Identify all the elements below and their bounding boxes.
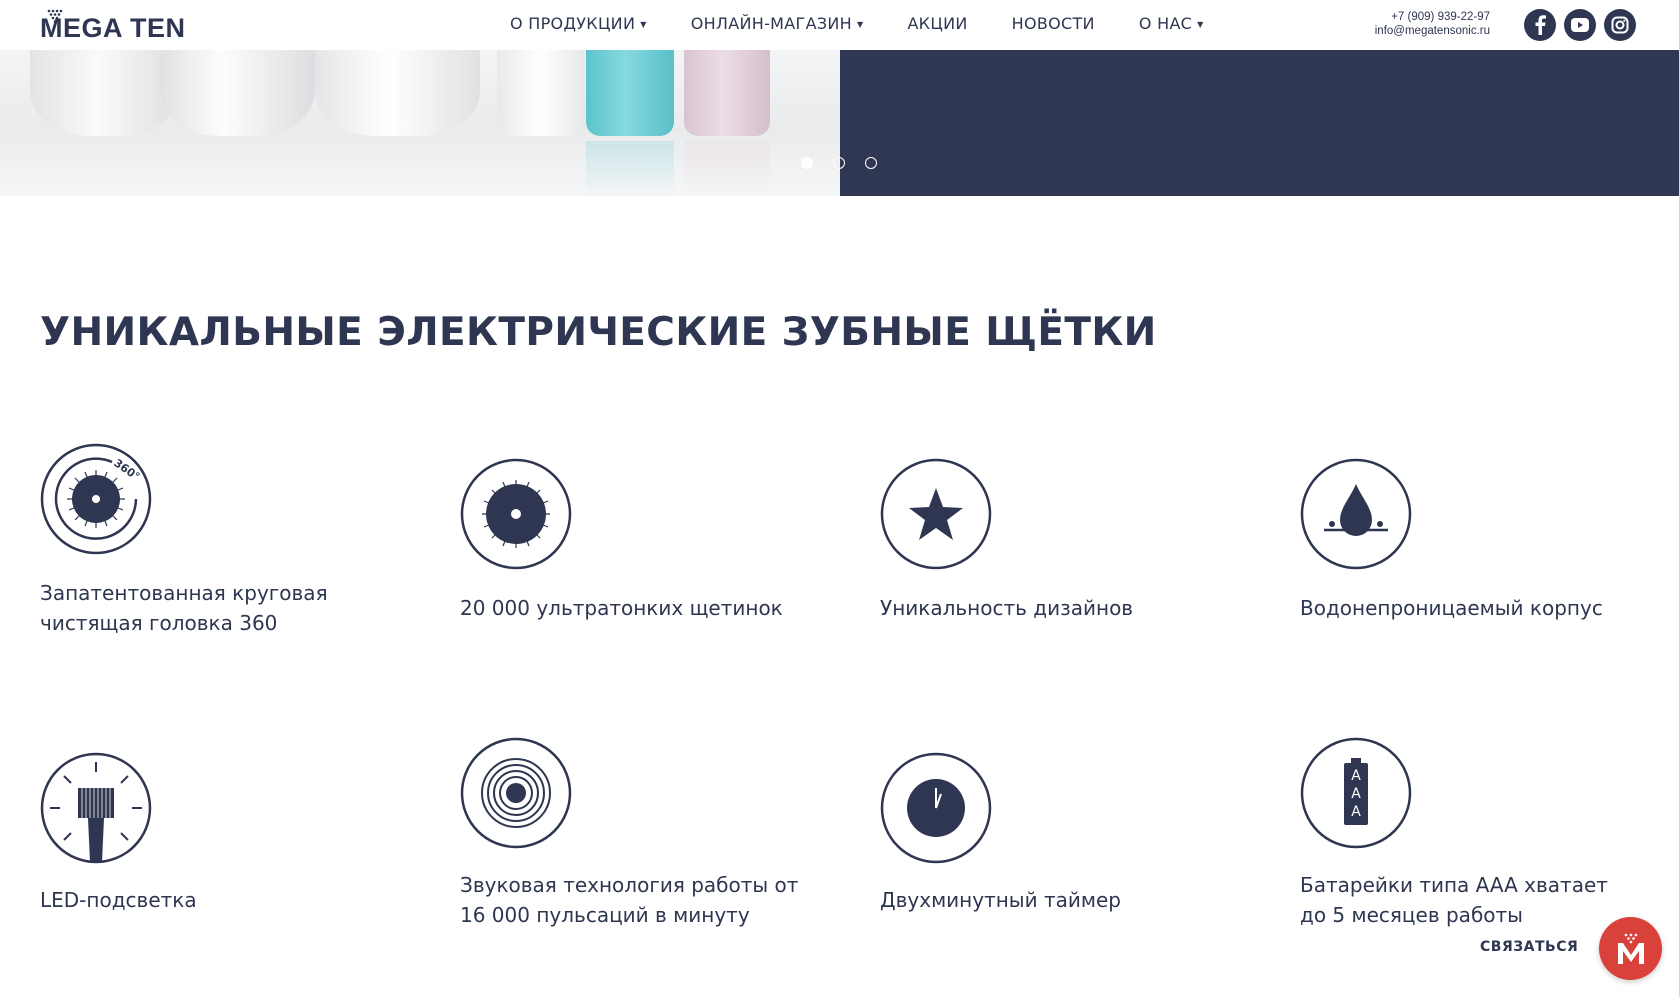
star-icon bbox=[880, 458, 992, 570]
product-cup bbox=[684, 50, 770, 136]
product-cup bbox=[315, 50, 480, 136]
product-cup bbox=[586, 50, 674, 136]
feature-text: Водонепроницаемый корпус bbox=[1300, 596, 1603, 620]
caret-down-icon: ▼ bbox=[640, 20, 647, 29]
cup-reflection bbox=[586, 141, 674, 196]
nav-item-shop[interactable]: ОНЛАЙН-МАГАЗИН ▼ bbox=[691, 14, 864, 33]
facebook-icon[interactable] bbox=[1524, 9, 1556, 41]
feature-text: 20 000 ультратонких щетинок bbox=[460, 596, 783, 620]
feature-text: Уникальность дизайнов bbox=[880, 596, 1134, 620]
phone-link[interactable]: +7 (909) 939-22-97 bbox=[1330, 10, 1490, 24]
slider-dot-2[interactable] bbox=[833, 157, 845, 169]
nav-item-label: О НАС bbox=[1138, 14, 1193, 33]
nav-item-news[interactable]: НОВОСТИ bbox=[1012, 14, 1095, 33]
youtube-icon[interactable] bbox=[1564, 9, 1596, 41]
hero-slider bbox=[0, 50, 1680, 196]
svg-text:A: A bbox=[1351, 786, 1361, 802]
email-link[interactable]: info@megatensonic.ru bbox=[1330, 24, 1490, 38]
nav-item-label: АКЦИИ bbox=[907, 14, 968, 33]
caret-down-icon: ▼ bbox=[1197, 20, 1204, 29]
main-nav: О ПРОДУКЦИИ ▼ ОНЛАЙН-МАГАЗИН ▼ АКЦИИ НОВОС… bbox=[510, 14, 1248, 33]
feature-text: Звуковая технология работы от 16 000 пул… bbox=[460, 873, 799, 927]
page-title: УНИКАЛЬНЫЕ ЭЛЕКТРИЧЕСКИЕ ЗУБНЫЕ ЩЁТКИ bbox=[40, 310, 1157, 355]
svg-text:A: A bbox=[1351, 768, 1361, 784]
product-cup bbox=[30, 50, 180, 136]
nav-item-about[interactable]: О НАС ▼ bbox=[1139, 14, 1204, 33]
hero-dark-panel bbox=[840, 50, 1680, 196]
nav-item-label: О ПРОДУКЦИИ bbox=[510, 14, 636, 33]
sound-waves-icon bbox=[460, 737, 572, 849]
svg-text:MEGA TEN: MEGA TEN bbox=[40, 13, 186, 39]
social-links bbox=[1524, 9, 1644, 41]
caret-down-icon: ▼ bbox=[856, 20, 864, 29]
brush-head-360-icon: 360° bbox=[40, 443, 152, 555]
megaten-m-icon bbox=[1617, 933, 1644, 964]
battery-icon: A A A bbox=[1300, 737, 1412, 849]
bristles-icon bbox=[460, 458, 572, 570]
slider-dot-1[interactable] bbox=[801, 157, 813, 169]
cup-reflection bbox=[684, 141, 770, 196]
site-header: MEGA TEN О ПРОДУКЦИИ ▼ ОНЛАЙН-МАГАЗИН ▼ АК… bbox=[0, 0, 1680, 50]
feature-text: Двухминутный таймер bbox=[880, 888, 1121, 912]
instagram-icon[interactable] bbox=[1604, 9, 1636, 41]
feature-text: Батарейки типа AAA хватает до 5 месяцев … bbox=[1300, 873, 1608, 927]
contact-us-label[interactable]: СВЯЗАТЬСЯ bbox=[1480, 939, 1578, 955]
nav-item-products[interactable]: О ПРОДУКЦИИ ▼ bbox=[510, 14, 647, 33]
logo-mark: MEGA TEN bbox=[40, 9, 186, 39]
product-cup bbox=[497, 50, 585, 136]
nav-item-label: ОНЛАЙН-МАГАЗИН bbox=[690, 14, 852, 33]
hero-image bbox=[0, 50, 840, 196]
slider-pagination bbox=[801, 157, 897, 169]
nav-item-promotions[interactable]: АКЦИИ bbox=[907, 14, 967, 33]
product-cup bbox=[160, 50, 315, 136]
water-drop-icon bbox=[1300, 458, 1412, 570]
site-logo[interactable]: MEGA TEN bbox=[40, 9, 212, 39]
timer-icon bbox=[880, 752, 992, 864]
nav-item-label: НОВОСТИ bbox=[1011, 14, 1095, 33]
feature-text: Запатентованная круговая чистящая головк… bbox=[40, 581, 328, 635]
slider-dot-3[interactable] bbox=[865, 157, 877, 169]
feature-text: LED-подсветка bbox=[40, 888, 197, 912]
svg-text:A: A bbox=[1351, 804, 1361, 820]
chat-button[interactable] bbox=[1599, 917, 1662, 980]
led-light-icon bbox=[40, 752, 152, 864]
contact-info: +7 (909) 939-22-97 info@megatensonic.ru bbox=[1330, 10, 1490, 38]
